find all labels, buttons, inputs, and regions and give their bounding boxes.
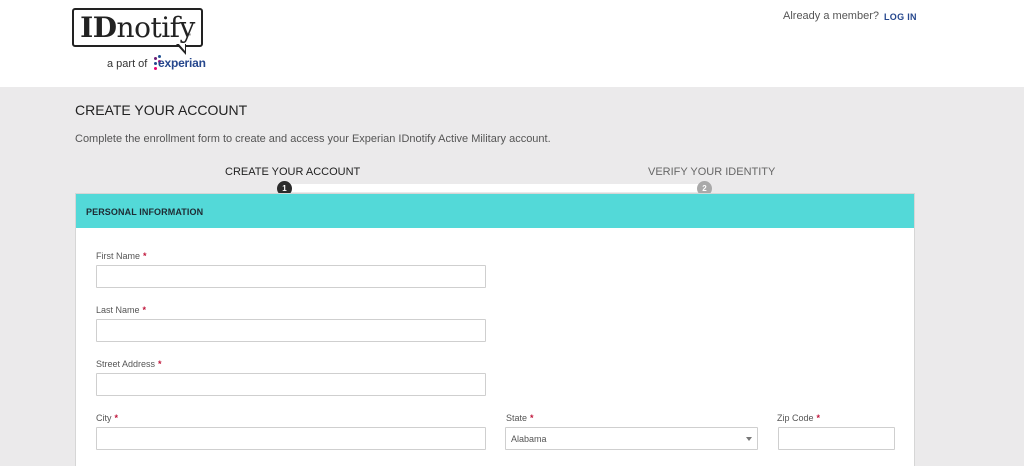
speech-bubble-tail-inner <box>178 43 185 51</box>
personal-information-panel: PERSONAL INFORMATION First Name * Last Na… <box>75 193 915 466</box>
chevron-down-icon <box>746 437 752 441</box>
first-name-label: First Name * <box>96 251 147 261</box>
idnotify-logo[interactable]: IDnotify <box>72 8 203 47</box>
city-field[interactable] <box>96 427 486 450</box>
zip-code-field[interactable] <box>778 427 895 450</box>
required-marker: * <box>158 359 162 369</box>
login-link[interactable]: LOG IN <box>884 12 917 22</box>
last-name-label: Last Name * <box>96 305 147 315</box>
first-name-field[interactable] <box>96 265 486 288</box>
state-selected-value: Alabama <box>511 434 547 444</box>
section-header: PERSONAL INFORMATION <box>76 194 914 228</box>
last-name-field[interactable] <box>96 319 486 342</box>
required-marker: * <box>530 413 534 423</box>
step-progress-track <box>285 184 705 192</box>
partner-prefix: a part of <box>107 58 148 70</box>
trademark-symbol: ™ <box>186 33 191 39</box>
required-marker: * <box>816 413 821 423</box>
site-header: IDnotify ™ a part of experian Already a … <box>0 0 1024 87</box>
required-marker: * <box>143 251 147 261</box>
page-title: CREATE YOUR ACCOUNT <box>75 102 248 118</box>
street-address-label: Street Address * <box>96 359 162 369</box>
logo-wordmark: IDnotify <box>80 11 195 44</box>
step-1-label: CREATE YOUR ACCOUNT <box>225 166 361 178</box>
state-label: State * <box>506 413 534 423</box>
required-marker: * <box>142 305 147 315</box>
required-marker: * <box>114 413 119 423</box>
step-2-label: VERIFY YOUR IDENTITY <box>648 166 776 178</box>
member-prompt: Already a member? <box>783 10 879 22</box>
zip-code-label: Zip Code * <box>777 413 821 423</box>
street-address-field[interactable] <box>96 373 486 396</box>
experian-wordmark: experian <box>158 56 206 70</box>
state-select[interactable]: Alabama <box>505 427 758 450</box>
city-label: City * <box>96 413 119 423</box>
intro-text: Complete the enrollment form to create a… <box>75 133 551 145</box>
section-title: PERSONAL INFORMATION <box>86 207 204 217</box>
